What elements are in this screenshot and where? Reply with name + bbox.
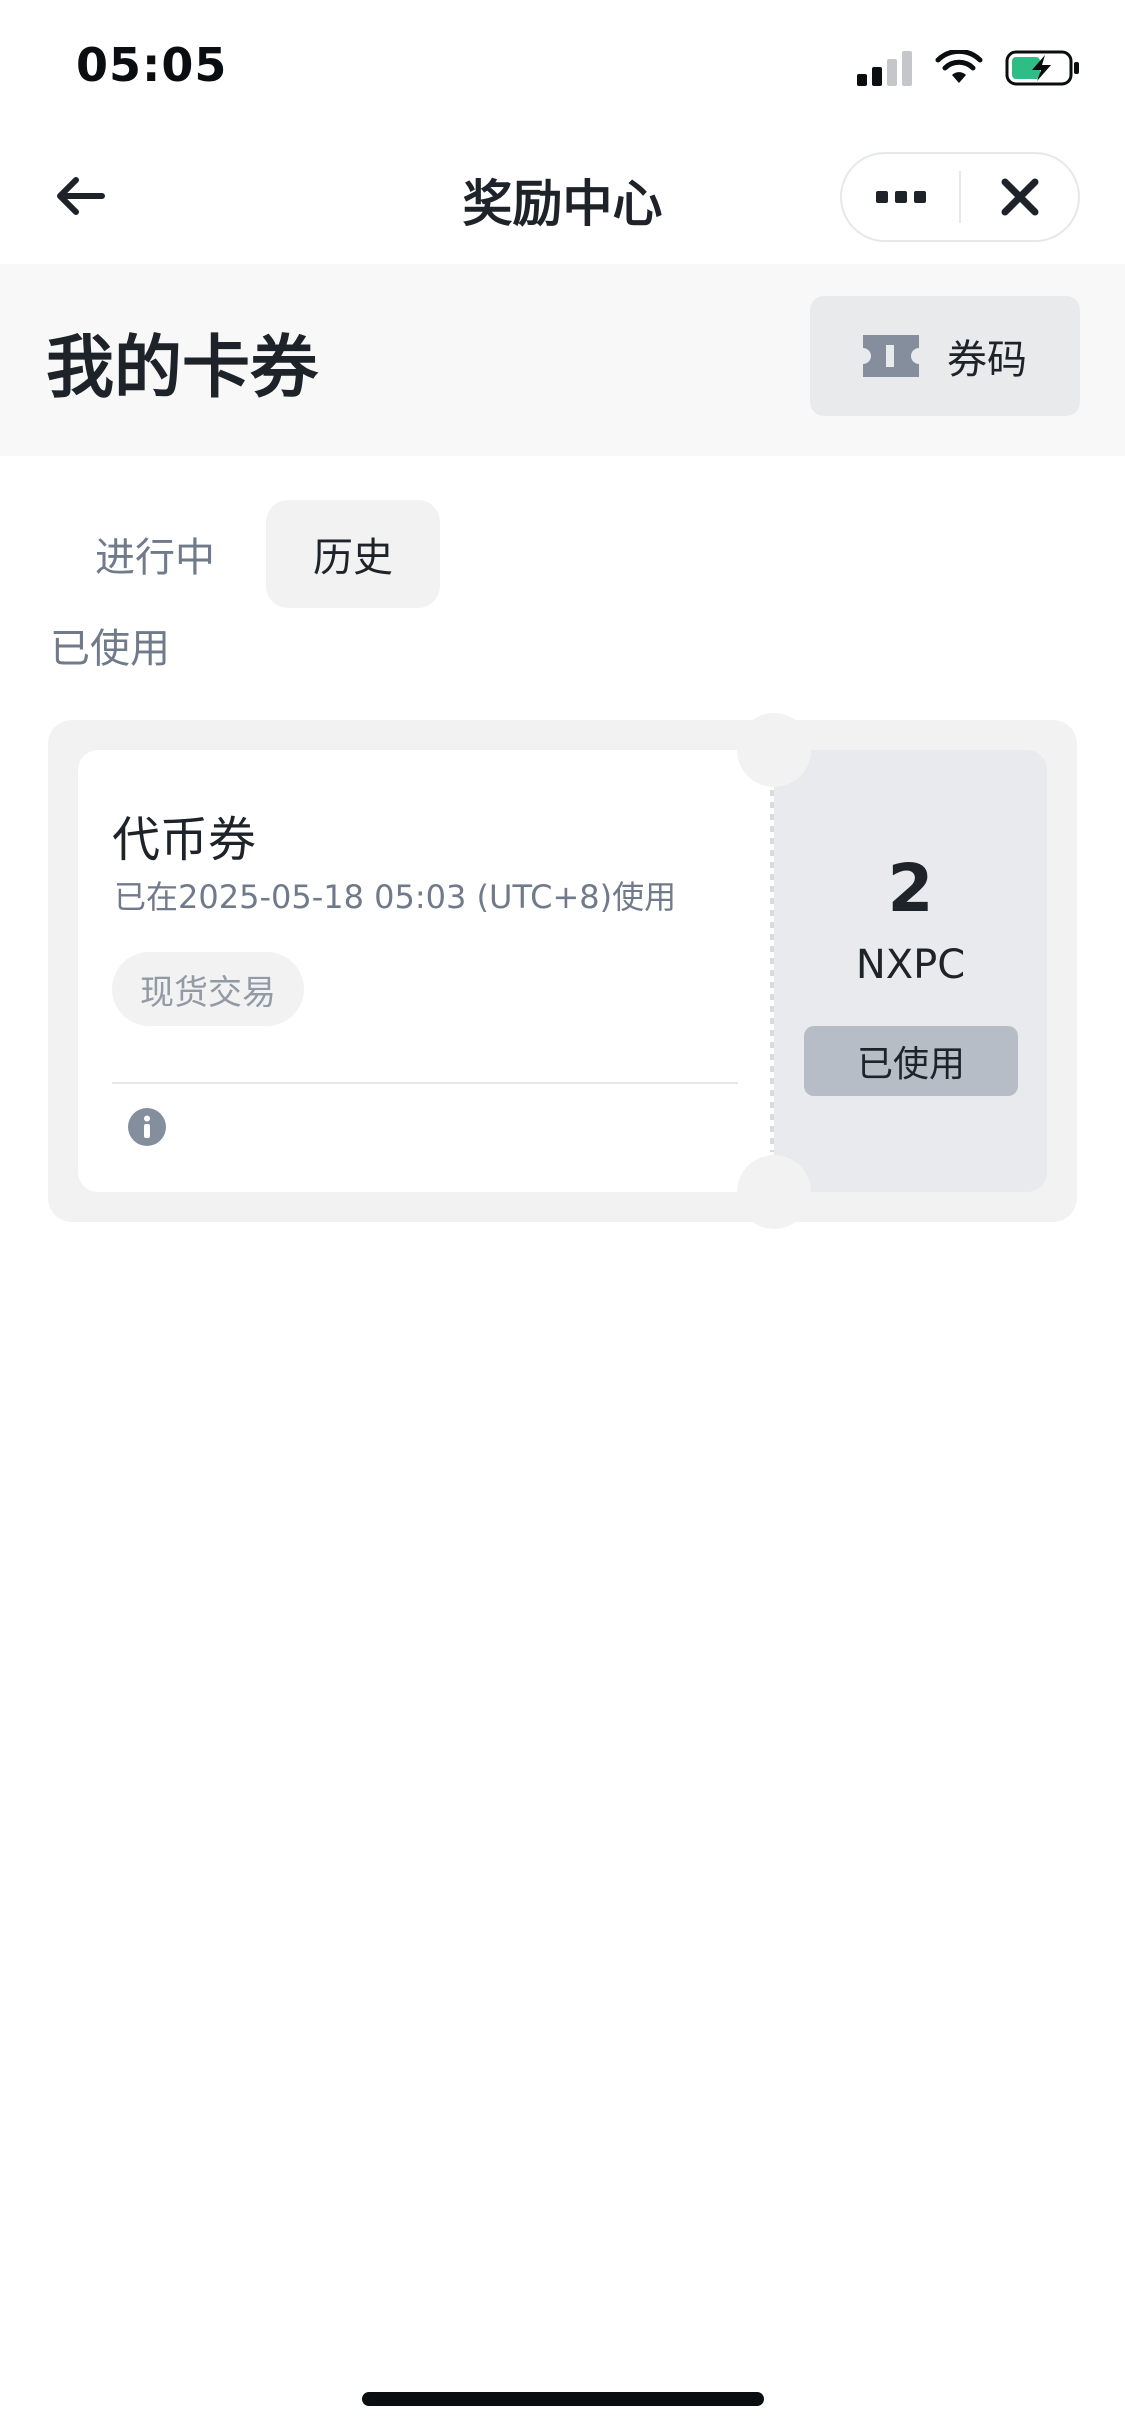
home-indicator xyxy=(362,2392,764,2406)
voucher-name: 代币券 xyxy=(112,812,257,868)
voucher-unit: NXPC xyxy=(855,942,966,988)
info-icon[interactable] xyxy=(128,1108,166,1146)
voucher-tag: 现货交易 xyxy=(112,952,304,1026)
signal-icon xyxy=(857,51,912,86)
close-button[interactable] xyxy=(961,154,1078,240)
close-icon xyxy=(1001,178,1038,216)
page-title: 我的卡券 xyxy=(46,329,319,408)
more-button[interactable] xyxy=(842,154,959,240)
wifi-icon xyxy=(935,50,983,83)
status-icons xyxy=(857,48,1081,88)
voucher-amount: 2 xyxy=(887,850,934,927)
voucher-divider xyxy=(112,1082,738,1084)
status-time: 05:05 xyxy=(76,38,228,92)
ticket-notch-top xyxy=(737,713,811,787)
section-label-used: 已使用 xyxy=(50,626,170,672)
tab-history[interactable]: 历史 xyxy=(266,500,440,608)
battery-charging-icon xyxy=(1005,50,1079,86)
voucher-status-badge: 已使用 xyxy=(804,1026,1018,1096)
ticket-icon xyxy=(863,335,919,377)
mini-program-capsule xyxy=(840,152,1080,242)
ticket-notch-bottom xyxy=(737,1155,811,1229)
voucher-used-time: 已在2025-05-18 05:03 (UTC+8)使用 xyxy=(114,878,677,916)
more-dots-icon xyxy=(875,191,926,203)
tab-ongoing[interactable]: 进行中 xyxy=(70,500,240,608)
voucher-code-label: 券码 xyxy=(947,337,1027,383)
voucher-code-button[interactable]: 券码 xyxy=(810,296,1080,416)
